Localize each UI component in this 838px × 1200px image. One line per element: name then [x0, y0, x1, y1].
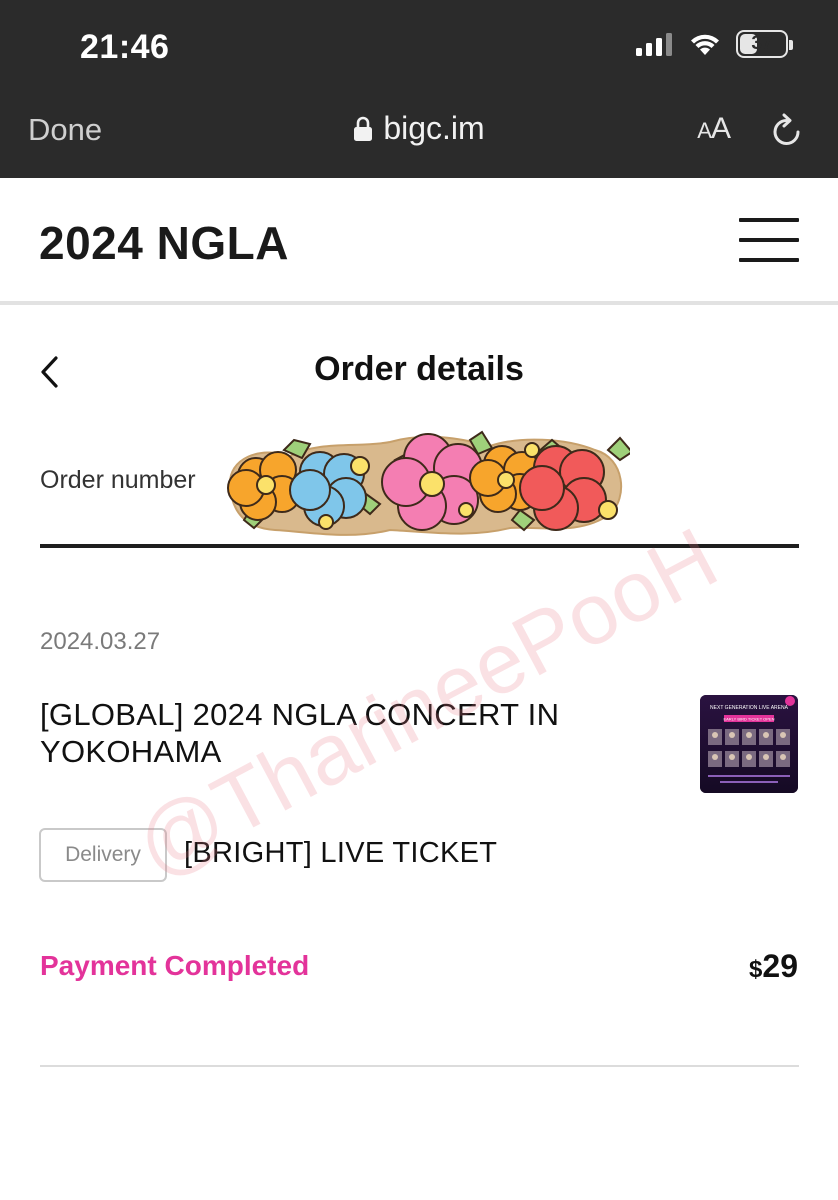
- menu-icon[interactable]: [739, 218, 799, 262]
- url-text: bigc.im: [383, 110, 485, 146]
- order-date: 2024.03.27: [40, 628, 161, 655]
- signal-icon: [636, 33, 672, 56]
- thumbnail-banner: EARLY BIRD TICKET OPEN: [723, 717, 774, 722]
- product-name[interactable]: [GLOBAL] 2024 NGLA CONCERT IN YOKOHAMA: [40, 696, 660, 770]
- order-number-label: Order number: [40, 466, 196, 494]
- text-size-large: A: [710, 112, 731, 145]
- delivery-badge: Delivery: [39, 828, 167, 882]
- order-price: $29: [749, 948, 798, 985]
- battery-level: 37: [751, 33, 773, 54]
- status-time: 21:46: [80, 28, 170, 66]
- page-title: Order details: [314, 350, 524, 388]
- status-indicators: 37: [636, 30, 793, 58]
- reload-icon[interactable]: [770, 112, 804, 148]
- flower-sticker-icon: [227, 430, 630, 536]
- divider: [40, 1065, 799, 1067]
- battery-icon: 37: [736, 30, 793, 58]
- product-thumbnail[interactable]: NEXT GENERATION LIVE ARENA EARLY BIRD TI…: [700, 695, 798, 793]
- payment-status: Payment Completed: [40, 950, 310, 981]
- text-size-button[interactable]: AA: [697, 112, 731, 146]
- order-number-row[interactable]: Order number ›: [40, 420, 799, 548]
- lock-icon: [354, 116, 373, 141]
- site-title[interactable]: 2024 NGLA: [39, 216, 289, 270]
- browser-chrome: 21:46 37 Done bigc.im AA: [0, 0, 838, 178]
- option-name: [BRIGHT] LIVE TICKET: [184, 837, 498, 869]
- site-header: 2024 NGLA: [0, 178, 838, 305]
- price-currency: $: [749, 956, 763, 983]
- wifi-icon: [691, 34, 719, 55]
- thumbnail-headline: NEXT GENERATION LIVE ARENA: [710, 705, 789, 711]
- price-amount: 29: [762, 948, 798, 984]
- text-size-small: A: [697, 118, 712, 143]
